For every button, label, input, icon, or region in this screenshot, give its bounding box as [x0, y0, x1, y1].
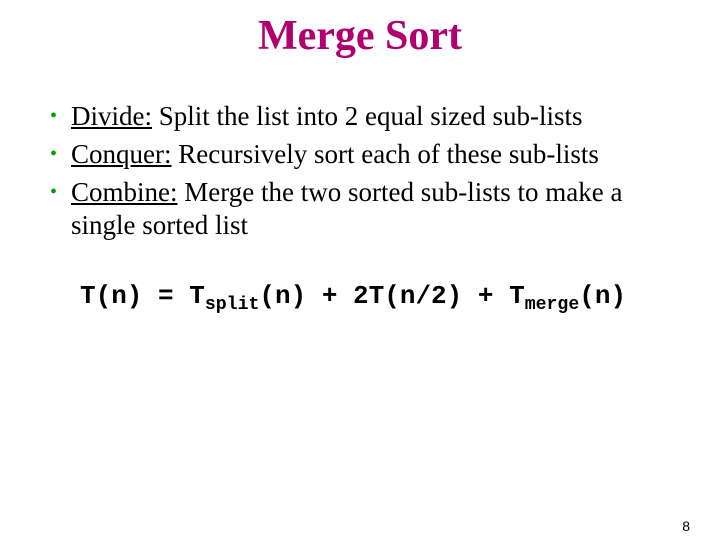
eq-term3-base: T	[509, 281, 525, 311]
slide-title: Merge Sort	[0, 12, 720, 60]
eq-lhs: T(n)	[80, 281, 142, 311]
bullet-label: Conquer:	[71, 139, 172, 169]
bullet-dot-icon: •	[50, 176, 57, 208]
eq-term1-base: T	[189, 281, 205, 311]
eq-plus2: +	[462, 281, 509, 311]
slide-content: • Divide: Split the list into 2 equal si…	[0, 100, 720, 315]
eq-term1-sub: split	[205, 295, 260, 315]
bullet-body: Split the list into 2 equal sized sub-li…	[152, 101, 582, 131]
bullet-item: • Combine: Merge the two sorted sub-list…	[50, 176, 680, 244]
eq-term2: 2T(n/2)	[353, 281, 462, 311]
recurrence-equation: T(n) = Tsplit(n) + 2T(n/2) + Tmerge(n)	[50, 281, 680, 315]
eq-term1-arg: (n)	[259, 281, 306, 311]
bullet-dot-icon: •	[50, 100, 57, 132]
bullet-text: Combine: Merge the two sorted sub-lists …	[71, 176, 680, 244]
bullet-text: Conquer: Recursively sort each of these …	[71, 138, 599, 172]
bullet-label: Divide:	[71, 101, 152, 131]
bullet-label: Combine:	[71, 177, 178, 207]
bullet-item: • Divide: Split the list into 2 equal si…	[50, 100, 680, 134]
bullet-body: Recursively sort each of these sub-lists	[172, 139, 599, 169]
eq-plus1: +	[306, 281, 353, 311]
bullet-text: Divide: Split the list into 2 equal size…	[71, 100, 582, 134]
bullet-item: • Conquer: Recursively sort each of thes…	[50, 138, 680, 172]
eq-sign: =	[142, 281, 189, 311]
eq-term3-sub: merge	[525, 295, 580, 315]
page-number: 8	[682, 518, 690, 534]
bullet-dot-icon: •	[50, 138, 57, 170]
eq-term3-arg: (n)	[579, 281, 626, 311]
